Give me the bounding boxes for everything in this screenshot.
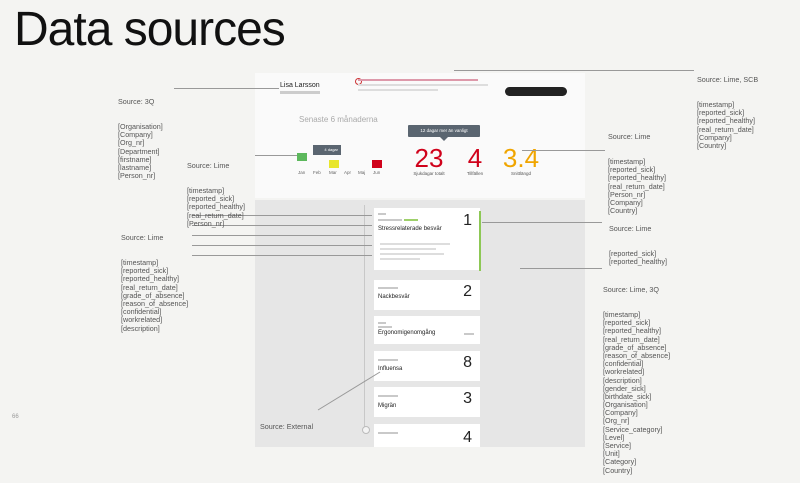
field-name: [description]: [121, 323, 160, 333]
connector-line: [192, 255, 372, 256]
annotation-external: Source: External: [260, 422, 314, 432]
annotation-lime-case: Source: Lime [timestamp] [reported_sick][…: [121, 233, 189, 333]
stat-average: 3.4: [502, 143, 540, 173]
slide-title: Data sources: [14, 3, 286, 56]
annotation-lime-stats: Source: Lime [timestamp] [reported_sick][…: [608, 132, 666, 216]
person-name: Lisa Larsson: [280, 82, 320, 89]
case-number: 2: [463, 283, 472, 300]
stat-caption: Snittlängd: [510, 171, 531, 176]
month-bar-jun[interactable]: [372, 160, 382, 168]
alert-text: [358, 79, 488, 94]
connector-line: [192, 245, 372, 246]
month-label: Feb: [313, 170, 321, 175]
field-name: [Unit]: [603, 449, 620, 459]
field-name: [Category]: [603, 457, 637, 467]
case-card[interactable]: Stressrelaterade besvär 1: [374, 208, 480, 270]
stat-total-days: 23: [414, 143, 444, 173]
case-name: Stressrelaterade besvär: [378, 226, 442, 232]
case-card[interactable]: Nackbesvär 2: [374, 280, 480, 310]
tooltip: 12 dagar mer än vanligt: [408, 125, 480, 141]
action-button[interactable]: [505, 87, 567, 96]
connector-line: [255, 155, 297, 156]
stat-caption: Sjukdagar totalt: [413, 171, 445, 176]
stat-occasions: 4: [467, 143, 483, 173]
mini-tooltip: 4 dagar: [313, 145, 341, 155]
timeline-end-marker: [362, 426, 370, 434]
month-label: Jun: [373, 170, 381, 175]
month-label: Apr: [344, 170, 352, 175]
connector-line: [522, 150, 605, 151]
case-card[interactable]: Migrän 3: [374, 387, 480, 417]
month-label: Maj: [358, 170, 366, 175]
connector-line: [520, 268, 602, 269]
annotation-lime-bars: Source: Lime [timestamp] [reported_sick][…: [187, 161, 245, 228]
annotation-lime-3q: Source: Lime, 3Q [timestamp] [reported_si…: [603, 285, 671, 475]
annotation-lime-scb: Source: Lime, SCB [timestamp] [reported_s…: [697, 75, 759, 150]
case-name: Nackbesvär: [378, 294, 410, 300]
field-name: [reported_healthy]: [609, 257, 667, 267]
field-name: [Service]: [603, 441, 631, 451]
page-number: 66: [12, 414, 19, 420]
case-card[interactable]: Ergonomigenomgång: [374, 316, 480, 344]
case-card[interactable]: Influensa 8: [374, 351, 480, 381]
active-indicator: [479, 211, 481, 271]
case-number: 3: [463, 390, 472, 407]
month-bar-jan[interactable]: [297, 153, 307, 161]
case-name: Migrän: [378, 403, 397, 409]
annotation-3q: Source: 3Q [Organisation] [Company] [Org_n…: [118, 97, 163, 181]
case-name: Ergonomigenomgång: [378, 330, 436, 336]
stat-caption: Tillfällen: [466, 171, 484, 176]
case-name: Influensa: [378, 366, 403, 372]
month-label: Mar: [329, 170, 337, 175]
person-subtitle: [280, 91, 320, 94]
connector-line: [174, 88, 279, 89]
connector-line: [482, 222, 602, 223]
annotation-lime-indicator: Source: Lime [reported_sick] [reported_he…: [609, 224, 667, 267]
timeline-line: [364, 205, 365, 427]
field-name: [Country]: [603, 465, 633, 475]
connector-line: [454, 70, 694, 71]
month-label: Jan: [298, 170, 306, 175]
month-bar-mar[interactable]: [329, 160, 339, 168]
case-card[interactable]: 4: [374, 424, 480, 447]
field-name: [Country]: [697, 140, 727, 150]
case-number: 1: [463, 212, 472, 229]
period-label: Senaste 6 månaderna: [299, 115, 378, 124]
field-name: [Person_nr]: [118, 171, 156, 181]
field-name: [Person_nr]: [187, 218, 225, 228]
case-number: 4: [463, 429, 472, 446]
case-number: 8: [463, 354, 472, 371]
